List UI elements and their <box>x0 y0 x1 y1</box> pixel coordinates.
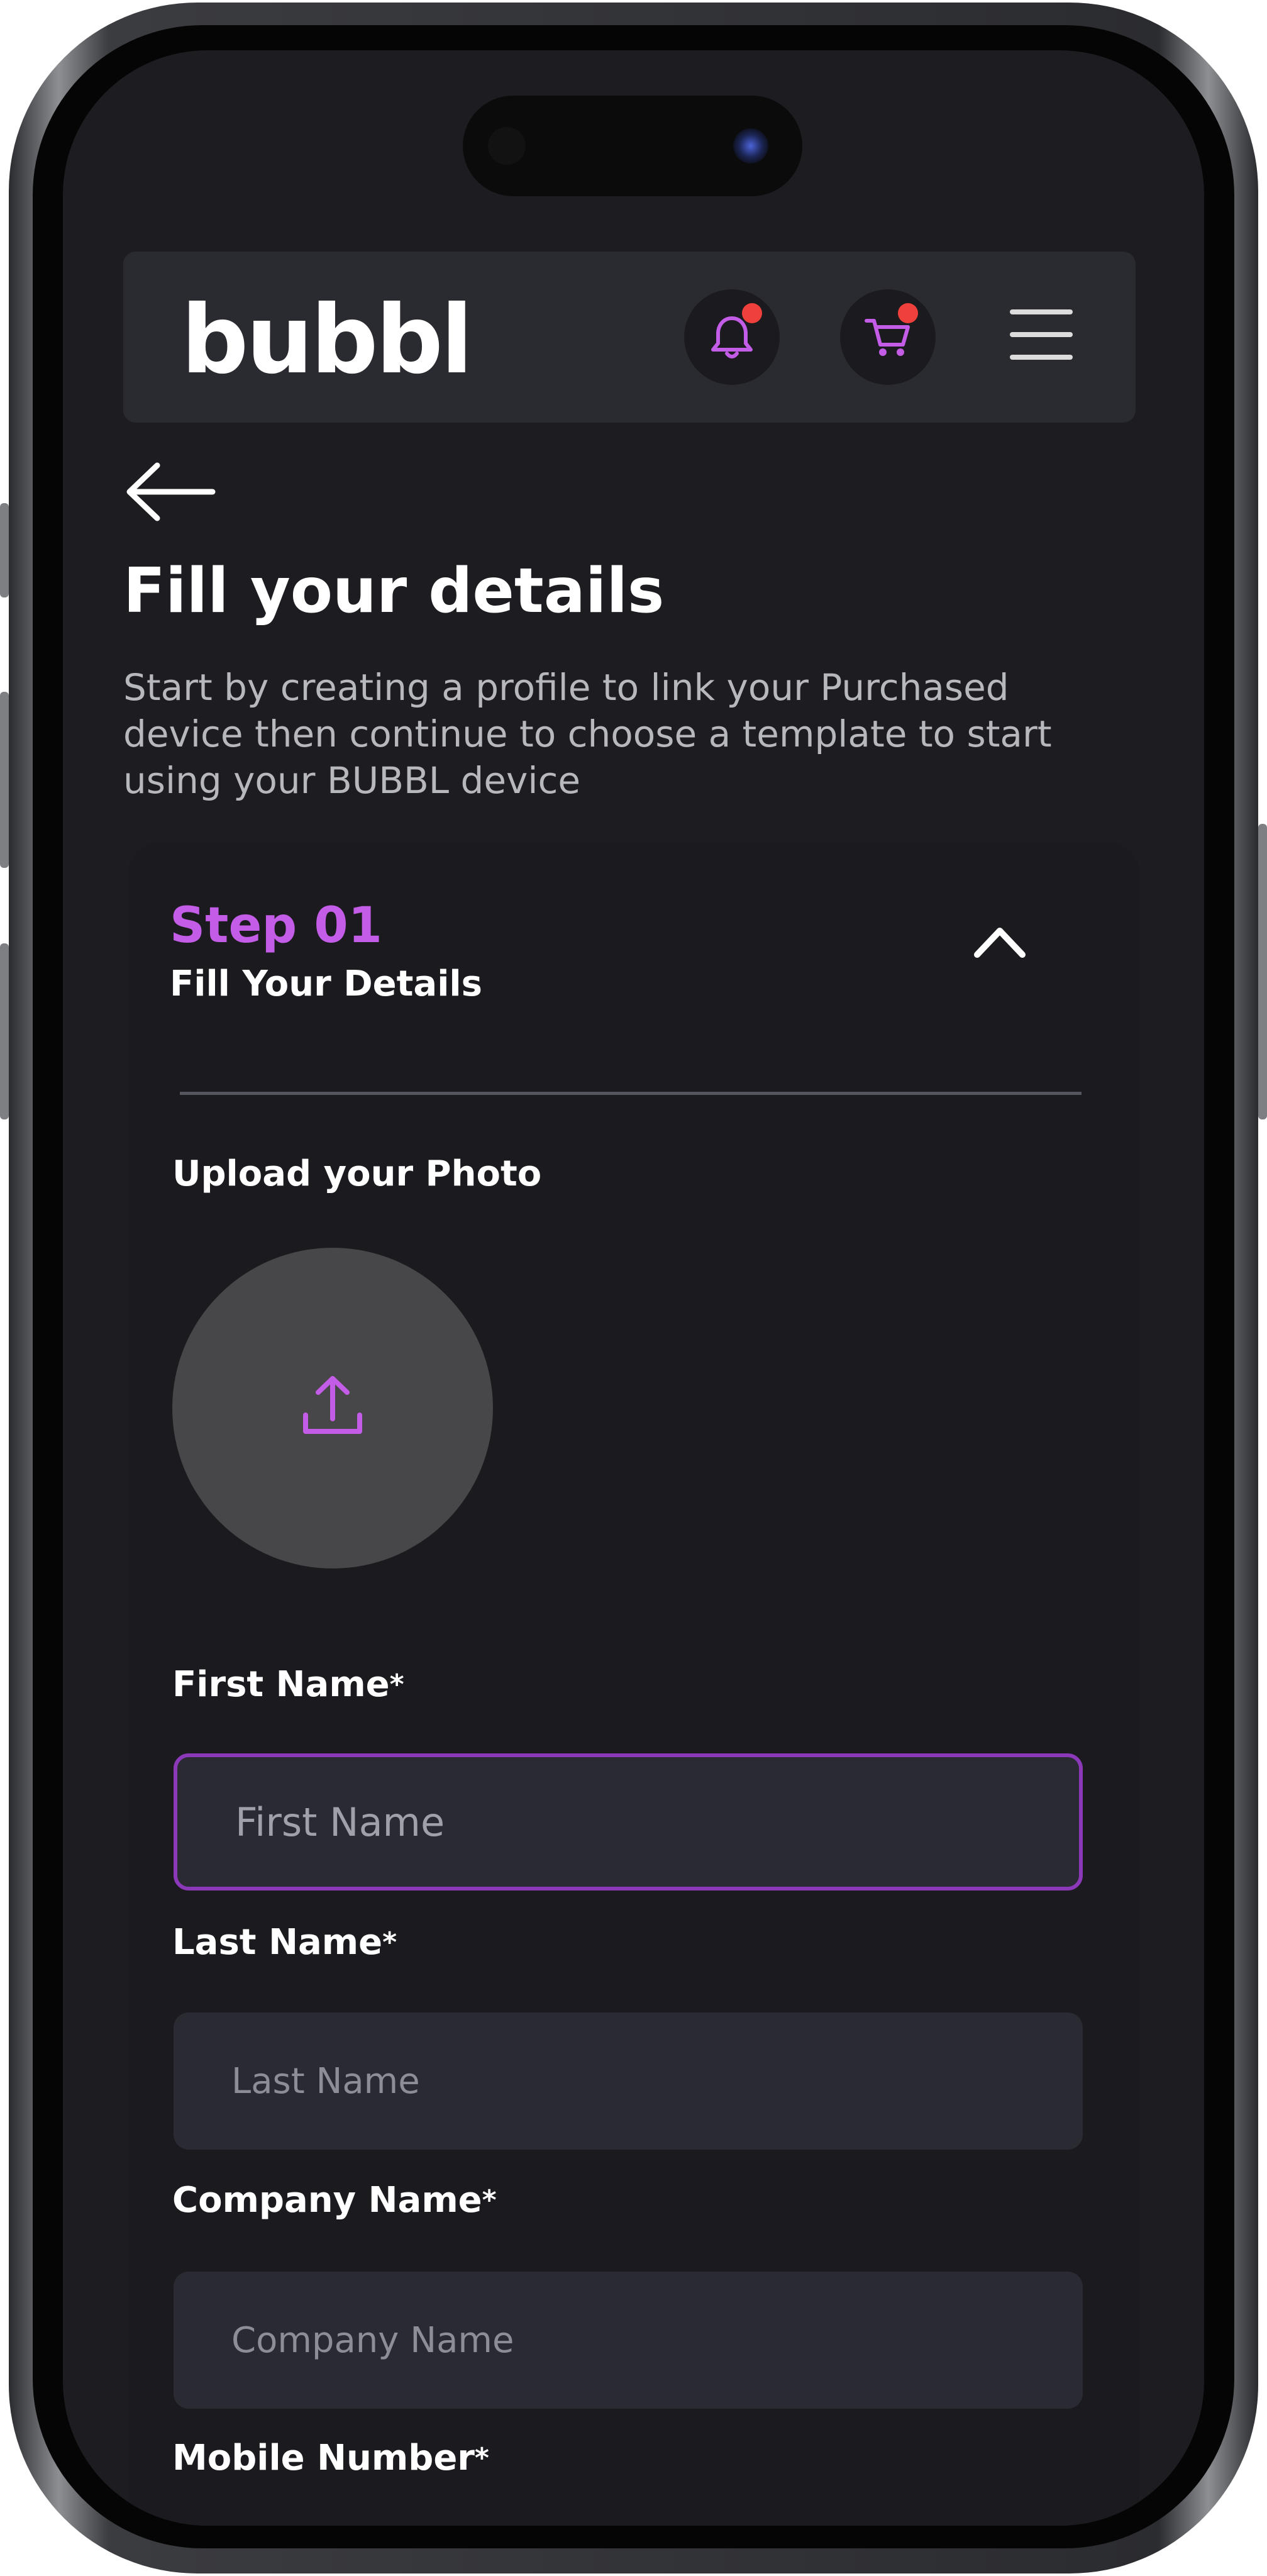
collapse-toggle[interactable] <box>970 919 1030 963</box>
page-title: Fill your details <box>123 555 665 627</box>
chevron-up-icon <box>974 928 1026 958</box>
upload-photo-button[interactable] <box>172 1248 493 1568</box>
side-button-action <box>0 503 9 597</box>
cart-badge <box>898 303 918 323</box>
hamburger-menu-icon[interactable] <box>1010 309 1073 361</box>
side-button-power <box>1258 824 1267 1119</box>
step-number: Step 01 <box>170 897 382 954</box>
cart-button[interactable] <box>840 289 936 385</box>
first-name-label-text: First Name <box>172 1664 390 1705</box>
company-name-label-text: Company Name <box>172 2180 482 2221</box>
notification-button[interactable] <box>684 289 780 385</box>
screen: bubbl Fill your details Start by creatin… <box>63 50 1204 2526</box>
logo[interactable]: bubbl <box>181 293 473 387</box>
mobile-number-label-text: Mobile Number <box>172 2438 475 2479</box>
last-name-label-text: Last Name <box>172 1922 383 1963</box>
divider <box>180 1092 1082 1095</box>
step-title: Fill Your Details <box>170 963 482 1004</box>
notification-badge <box>742 303 762 323</box>
step-card: Step 01 Fill Your Details Upload your Ph… <box>128 843 1139 2526</box>
sensor-icon <box>488 127 526 165</box>
required-mark: * <box>482 2184 497 2216</box>
required-mark: * <box>389 1668 404 1701</box>
page-description: Start by creating a profile to link your… <box>123 666 1052 802</box>
company-name-label: Company Name* <box>172 2179 497 2223</box>
upload-icon <box>303 1376 362 1434</box>
side-button-volume-down <box>0 943 9 1119</box>
dynamic-island <box>463 96 802 196</box>
arrow-left-icon <box>126 462 216 521</box>
mobile-number-label: Mobile Number* <box>172 2436 489 2480</box>
last-name-label: Last Name* <box>172 1921 397 1965</box>
required-mark: * <box>382 1926 397 1958</box>
side-button-volume-up <box>0 692 9 868</box>
first-name-label: First Name* <box>172 1663 404 1707</box>
company-name-input[interactable] <box>174 2272 1083 2409</box>
last-name-input[interactable] <box>174 2012 1083 2150</box>
app-header: bubbl <box>123 252 1136 423</box>
camera-icon <box>733 128 768 164</box>
back-button[interactable] <box>118 453 219 528</box>
required-mark: * <box>474 2442 489 2474</box>
upload-photo-label: Upload your Photo <box>172 1153 542 1194</box>
first-name-input[interactable] <box>174 1753 1083 1890</box>
